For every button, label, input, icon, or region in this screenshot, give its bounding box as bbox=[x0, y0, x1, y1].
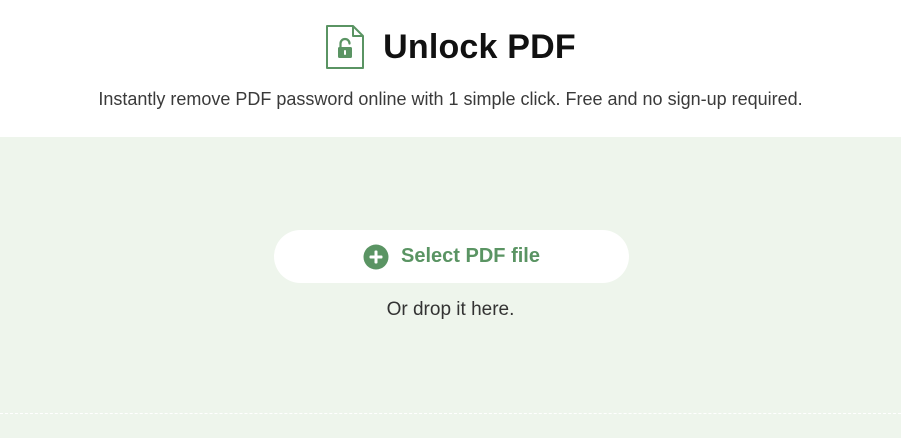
drop-hint-text: Or drop it here. bbox=[386, 299, 515, 320]
page-title: Unlock PDF bbox=[383, 27, 576, 66]
select-pdf-file-label: Select PDF file bbox=[401, 245, 540, 267]
page-subtitle: Instantly remove PDF password online wit… bbox=[98, 89, 803, 109]
plus-circle-icon bbox=[363, 244, 389, 269]
file-drop-zone[interactable]: Select PDF file Or drop it here. bbox=[0, 137, 901, 438]
page-header: Unlock PDF Instantly remove PDF password… bbox=[0, 0, 901, 137]
dashed-divider bbox=[0, 413, 901, 414]
title-row: Unlock PDF bbox=[0, 22, 901, 72]
select-pdf-file-button[interactable]: Select PDF file bbox=[274, 230, 629, 283]
unlocked-pdf-file-icon bbox=[326, 25, 365, 69]
